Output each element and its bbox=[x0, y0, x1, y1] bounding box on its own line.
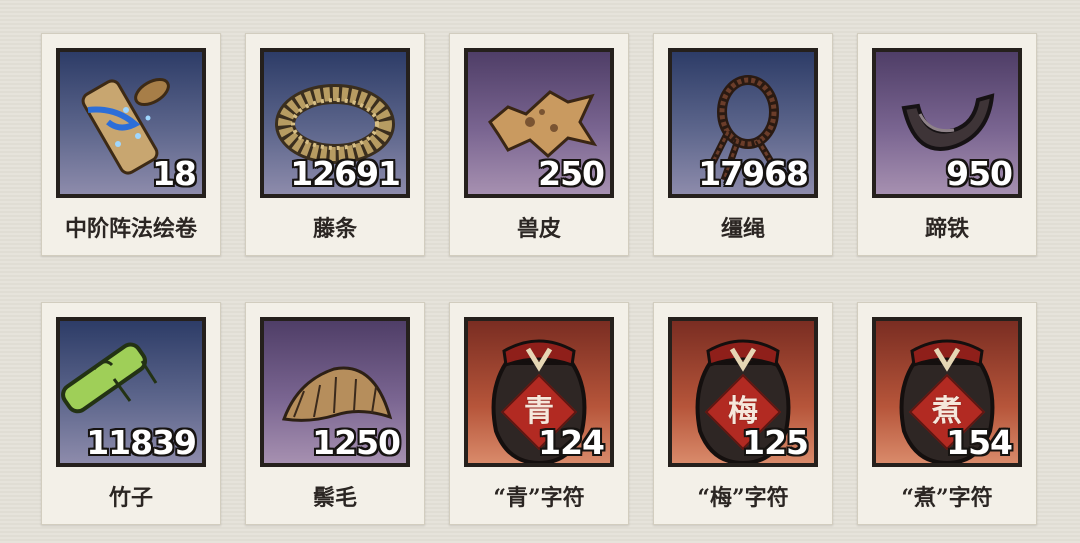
item-count: 125 bbox=[742, 423, 809, 462]
item-count: 124 bbox=[538, 423, 605, 462]
item-card-charm-mei[interactable]: 梅 125 “梅”字符 bbox=[653, 302, 833, 525]
item-name: 蹄铁 bbox=[924, 216, 969, 242]
item-count: 154 bbox=[946, 423, 1013, 462]
item-count: 250 bbox=[538, 154, 605, 193]
item-count: 1250 bbox=[312, 423, 401, 462]
item-name: 缰绳 bbox=[720, 216, 765, 242]
item-count: 18 bbox=[152, 154, 197, 193]
item-name: 鬃毛 bbox=[312, 485, 357, 511]
item-card-mane[interactable]: 1250 鬃毛 bbox=[245, 302, 425, 525]
item-card-horseshoe[interactable]: 950 蹄铁 bbox=[857, 33, 1037, 256]
item-icon-frame: 12691 bbox=[260, 48, 410, 198]
item-card-hide[interactable]: 250 兽皮 bbox=[449, 33, 629, 256]
item-icon-frame: 青 124 bbox=[464, 317, 614, 467]
item-name: “青”字符 bbox=[493, 485, 585, 511]
item-icon-frame: 1250 bbox=[260, 317, 410, 467]
item-icon-frame: 11839 bbox=[56, 317, 206, 467]
item-count: 12691 bbox=[290, 154, 401, 193]
item-icon-frame: 梅 125 bbox=[668, 317, 818, 467]
item-icon-frame: 250 bbox=[464, 48, 614, 198]
item-name: 竹子 bbox=[108, 485, 153, 511]
item-card-scroll[interactable]: 18 中阶阵法绘卷 bbox=[41, 33, 221, 256]
item-count: 950 bbox=[946, 154, 1013, 193]
item-card-charm-qing[interactable]: 青 124 “青”字符 bbox=[449, 302, 629, 525]
item-card-rattan[interactable]: 12691 藤条 bbox=[245, 33, 425, 256]
item-icon-frame: 950 bbox=[872, 48, 1022, 198]
item-name: 兽皮 bbox=[516, 216, 561, 242]
item-name: 藤条 bbox=[312, 216, 357, 242]
item-icon-frame: 煮 154 bbox=[872, 317, 1022, 467]
item-icon-frame: 18 bbox=[56, 48, 206, 198]
item-count: 11839 bbox=[86, 423, 197, 462]
item-name: 中阶阵法绘卷 bbox=[64, 216, 197, 242]
item-card-charm-zhu[interactable]: 煮 154 “煮”字符 bbox=[857, 302, 1037, 525]
item-icon-frame: 17968 bbox=[668, 48, 818, 198]
inventory-grid: 18 中阶阵法绘卷 12691 藤条 250 兽皮 17968 缰绳 950 蹄… bbox=[0, 0, 1080, 543]
item-card-bamboo[interactable]: 11839 竹子 bbox=[41, 302, 221, 525]
item-name: “梅”字符 bbox=[697, 485, 789, 511]
item-card-rope[interactable]: 17968 缰绳 bbox=[653, 33, 833, 256]
item-name: “煮”字符 bbox=[901, 485, 993, 511]
item-count: 17968 bbox=[698, 154, 809, 193]
